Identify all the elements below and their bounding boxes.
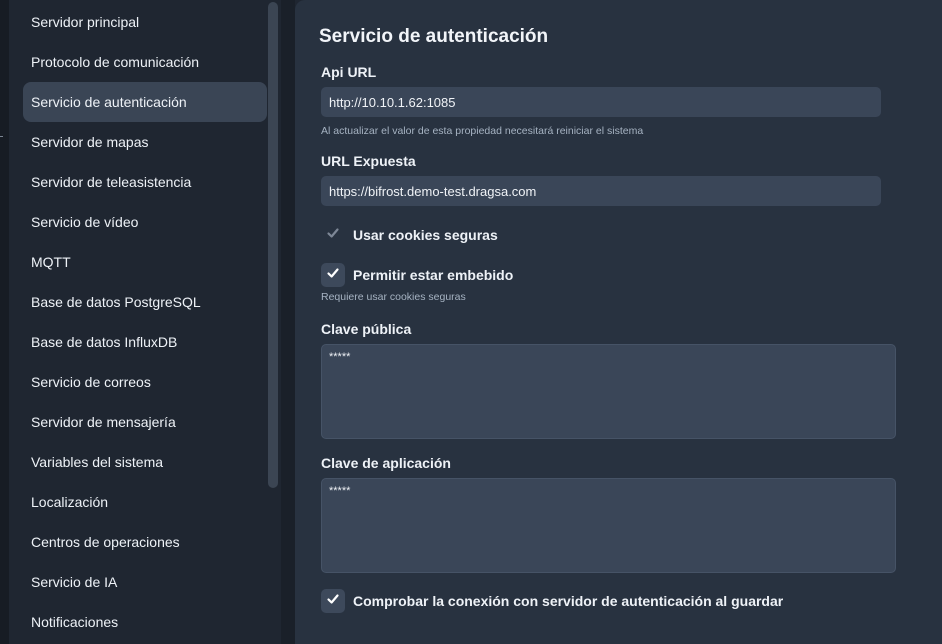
secure-cookies-row: Usar cookies seguras <box>321 223 498 247</box>
sidebar-item-influxdb[interactable]: Base de datos InfluxDB <box>23 322 267 362</box>
sidebar-scrollbar-thumb[interactable] <box>268 2 278 488</box>
sidebar-item-servicio-autenticacion[interactable]: Servicio de autenticación <box>23 82 267 122</box>
check-icon <box>326 226 340 245</box>
sidebar-item-servidor-principal[interactable]: Servidor principal <box>23 2 267 42</box>
allow-embedded-row: Permitir estar embebido <box>321 263 513 287</box>
left-edge-strip <box>0 0 9 644</box>
sidebar-item-servicio-video[interactable]: Servicio de vídeo <box>23 202 267 242</box>
exposed-url-input[interactable] <box>321 176 881 206</box>
public-key-label: Clave pública <box>321 321 412 337</box>
sidebar-item-servidor-teleasistencia[interactable]: Servidor de teleasistencia <box>23 162 267 202</box>
allow-embedded-label: Permitir estar embebido <box>353 267 514 283</box>
api-url-input[interactable] <box>321 87 881 117</box>
sidebar-item-protocolo-comunicacion[interactable]: Protocolo de comunicación <box>23 42 267 82</box>
allow-embedded-checkbox[interactable] <box>321 263 345 287</box>
api-url-hint: Al actualizar el valor de esta propiedad… <box>321 125 644 137</box>
page-title: Servicio de autenticación <box>319 26 549 47</box>
exposed-url-label: URL Expuesta <box>321 153 416 169</box>
api-url-label: Api URL <box>321 64 377 80</box>
sidebar-item-centros-operaciones[interactable]: Centros de operaciones <box>23 522 267 562</box>
check-icon <box>326 592 340 611</box>
secure-cookies-label: Usar cookies seguras <box>353 227 498 243</box>
sidebar-item-postgresql[interactable]: Base de datos PostgreSQL <box>23 282 267 322</box>
app-key-label: Clave de aplicación <box>321 455 451 471</box>
check-icon <box>326 266 340 285</box>
panel-gap <box>281 0 295 644</box>
check-connection-label: Comprobar la conexión con servidor de au… <box>353 593 784 609</box>
sidebar-item-mqtt[interactable]: MQTT <box>23 242 267 282</box>
sidebar-item-variables-sistema[interactable]: Variables del sistema <box>23 442 267 482</box>
edge-tick <box>0 136 3 137</box>
app-key-textarea[interactable] <box>321 478 896 573</box>
sidebar-item-servidor-mapas[interactable]: Servidor de mapas <box>23 122 267 162</box>
sidebar-item-servicio-ia[interactable]: Servicio de IA <box>23 562 267 602</box>
settings-sidebar: Servidor principal Protocolo de comunica… <box>9 0 281 644</box>
sidebar-item-servicio-correos[interactable]: Servicio de correos <box>23 362 267 402</box>
check-connection-row: Comprobar la conexión con servidor de au… <box>321 589 783 613</box>
allow-embedded-hint: Requiere usar cookies seguras <box>321 291 466 303</box>
settings-panel: Servicio de autenticación Api URL Al act… <box>295 0 942 644</box>
sidebar-item-servidor-mensajeria[interactable]: Servidor de mensajería <box>23 402 267 442</box>
public-key-textarea[interactable] <box>321 344 896 439</box>
sidebar-list: Servidor principal Protocolo de comunica… <box>23 2 267 642</box>
sidebar-item-notificaciones[interactable]: Notificaciones <box>23 602 267 642</box>
secure-cookies-checkbox[interactable] <box>321 223 345 247</box>
sidebar-item-localizacion[interactable]: Localización <box>23 482 267 522</box>
check-connection-checkbox[interactable] <box>321 589 345 613</box>
settings-window: Servidor principal Protocolo de comunica… <box>0 0 942 644</box>
